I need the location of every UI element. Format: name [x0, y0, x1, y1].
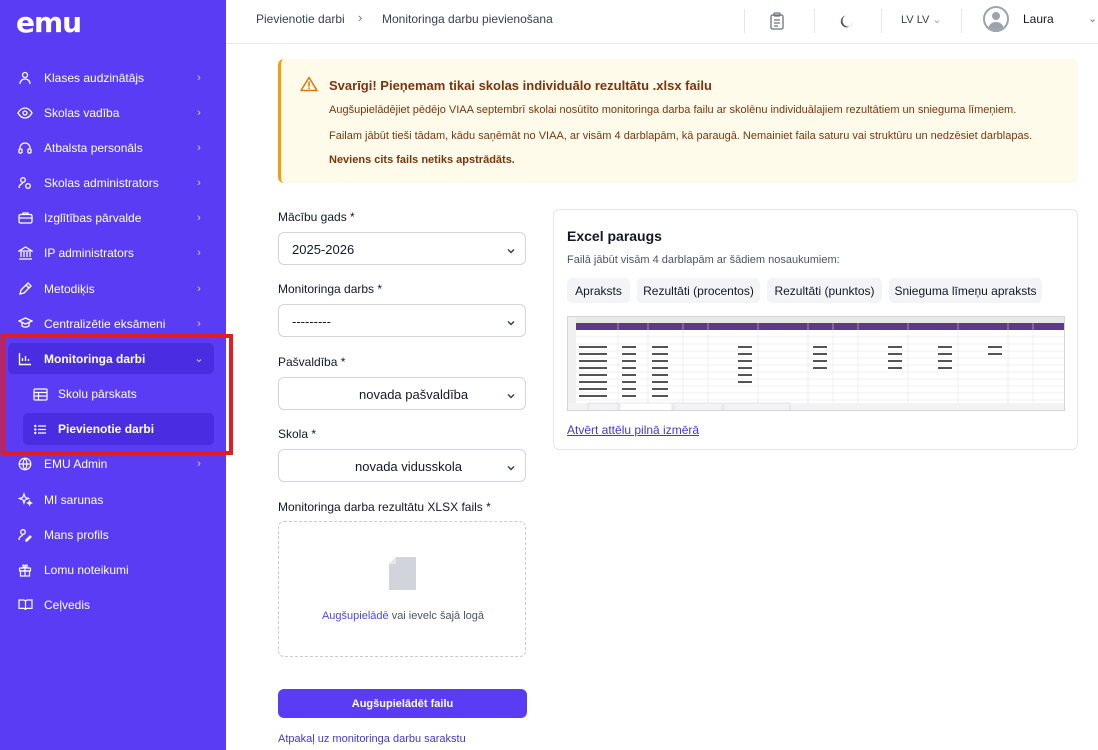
- chevron-down-icon: [506, 315, 516, 333]
- admin-icon: [16, 174, 34, 192]
- sidebar-item-metodikis[interactable]: Metodiķis ›: [8, 273, 214, 304]
- divider: [814, 9, 815, 33]
- sheet-chip: Apraksts: [567, 278, 630, 303]
- sidebar-item-emu-admin[interactable]: EMU Admin ›: [8, 448, 214, 479]
- chevron-right-icon: ›: [197, 176, 201, 189]
- sidebar-item-lomu-noteikumi[interactable]: Lomu noteikumi: [8, 554, 214, 585]
- excel-preview-image[interactable]: [567, 316, 1065, 411]
- support-icon: [16, 139, 34, 157]
- alert-text-bold: Neviens cits fails netiks apstrādāts.: [329, 154, 515, 166]
- divider: [881, 9, 882, 33]
- sidebar-item-skolas-vadiba[interactable]: Skolas vadība ›: [8, 97, 214, 128]
- chevron-down-icon: ⌄: [932, 14, 942, 26]
- pen-icon: [16, 280, 34, 298]
- alert-text: Failam jābūt tieši tādam, kādu saņēmāt n…: [329, 130, 1033, 142]
- chevron-right-icon: ›: [197, 71, 201, 84]
- briefcase-icon: [16, 209, 34, 227]
- divider: [744, 9, 745, 33]
- sidebar-item-skolas-administrators[interactable]: Skolas administrators ›: [8, 167, 214, 198]
- municipality-select[interactable]: novada pašvaldība: [278, 377, 526, 410]
- profile-icon: [16, 526, 34, 544]
- sidebar-item-monitoringa-darbi[interactable]: Monitoringa darbi ⌄: [8, 343, 214, 374]
- moon-icon[interactable]: [836, 10, 858, 32]
- chevron-down-icon: [506, 460, 516, 478]
- language-selector[interactable]: LV LV ⌄: [901, 13, 942, 26]
- file-dropzone[interactable]: Augšupielādē vai ievelc šajā logā: [278, 521, 526, 657]
- sheet-chip: Snieguma līmeņu apraksts: [889, 278, 1042, 303]
- globe-icon: [16, 455, 34, 473]
- top-bar: Pievienotie darbi › Monitoringa darbu pi…: [226, 0, 1098, 44]
- divider: [961, 9, 962, 33]
- chevron-down-icon: ⌄: [194, 353, 204, 365]
- chevron-down-icon[interactable]: ⌄: [1088, 12, 1097, 25]
- sidebar-item-centralizetie-eksameni[interactable]: Centralizētie eksāmeni ›: [8, 308, 214, 339]
- municipality-label: Pašvaldība *: [278, 355, 346, 369]
- year-label: Mācību gads *: [278, 210, 355, 224]
- card-subtitle: Failā jābūt visām 4 darblapām ar šādiem …: [567, 254, 840, 266]
- file-label: Monitoringa darba rezultātu XLSX fails *: [278, 500, 491, 514]
- upload-link[interactable]: Augšupielādē: [322, 610, 389, 622]
- work-label: Monitoringa darbs *: [278, 282, 383, 296]
- chevron-down-icon: [506, 243, 516, 261]
- gift-icon: [16, 561, 34, 579]
- upload-file-button[interactable]: Augšupielādēt failu: [278, 689, 527, 718]
- sidebar-item-klases-audzinatajs[interactable]: Klases audzinātājs ›: [8, 62, 214, 93]
- excel-sample-card: Excel paraugs Failā jābūt visām 4 darbla…: [553, 209, 1078, 450]
- chevron-down-icon: [506, 388, 516, 406]
- back-to-list-link[interactable]: Atpakaļ uz monitoringa darbu sarakstu: [278, 733, 466, 745]
- chevron-right-icon: ›: [197, 457, 201, 470]
- teacher-icon: [16, 69, 34, 87]
- sidebar-item-mans-profils[interactable]: Mans profils: [8, 519, 214, 550]
- school-label: Skola *: [278, 427, 317, 441]
- sidebar-item-ip-administrators[interactable]: IP administrators ›: [8, 237, 214, 268]
- warning-alert: Svarīgi! Pieņemam tikai skolas individuā…: [278, 59, 1078, 183]
- chevron-right-icon: ›: [197, 282, 201, 295]
- file-icon: [389, 557, 416, 590]
- sidebar-item-izglitibas-parvalde[interactable]: Izglītības pārvalde ›: [8, 202, 214, 233]
- sidebar-subitem-pievienotie-darbi[interactable]: Pievienotie darbi: [23, 413, 214, 445]
- breadcrumb-separator-icon: ›: [358, 10, 363, 25]
- school-select[interactable]: novada vidusskola: [278, 449, 526, 482]
- user-name[interactable]: Laura: [1023, 12, 1054, 26]
- year-select[interactable]: 2025-2026: [278, 232, 526, 265]
- sidebar-item-celvedis[interactable]: Ceļvedis: [8, 589, 214, 620]
- sidebar: emu Klases audzinātājs › Skolas vadība ›…: [0, 0, 233, 750]
- sheet-chip: Rezultāti (procentos): [637, 278, 760, 303]
- emu-logo[interactable]: emu: [16, 6, 82, 39]
- sidebar-subitem-skolu-parskats[interactable]: Skolu pārskats: [23, 378, 214, 410]
- alert-title: Svarīgi! Pieņemam tikai skolas individuā…: [329, 78, 712, 93]
- sidebar-item-mi-sarunas[interactable]: MI sarunas: [8, 484, 214, 515]
- exam-icon: [16, 315, 34, 333]
- chevron-right-icon: ›: [197, 317, 201, 330]
- warning-icon: [300, 76, 318, 97]
- sheet-chip: Rezultāti (punktos): [767, 278, 882, 303]
- chart-icon: [16, 350, 34, 368]
- chevron-right-icon: ›: [197, 211, 201, 224]
- sparkles-icon: [16, 491, 34, 509]
- book-icon: [16, 596, 34, 614]
- open-full-image-link[interactable]: Atvērt attēlu pilnā izmērā: [567, 423, 699, 437]
- card-title: Excel paraugs: [567, 228, 662, 244]
- clipboard-icon[interactable]: [766, 10, 788, 32]
- alert-text: Augšupielādējiet pēdējo VIAA septembrī s…: [329, 104, 1017, 116]
- chevron-right-icon: ›: [197, 106, 201, 119]
- chevron-right-icon: ›: [197, 141, 201, 154]
- eye-icon: [16, 104, 34, 122]
- work-select[interactable]: ---------: [278, 304, 526, 337]
- list-icon: [31, 420, 49, 438]
- chevron-right-icon: ›: [197, 246, 201, 259]
- bank-icon: [16, 244, 34, 262]
- breadcrumb-current: Monitoringa darbu pievienošana: [382, 12, 553, 26]
- upload-hint: vai ievelc šajā logā: [391, 610, 485, 622]
- table-icon: [31, 385, 49, 403]
- avatar[interactable]: [983, 6, 1009, 32]
- sidebar-item-atbalsta-personals[interactable]: Atbalsta personāls ›: [8, 132, 214, 163]
- breadcrumb-parent[interactable]: Pievienotie darbi: [256, 12, 345, 26]
